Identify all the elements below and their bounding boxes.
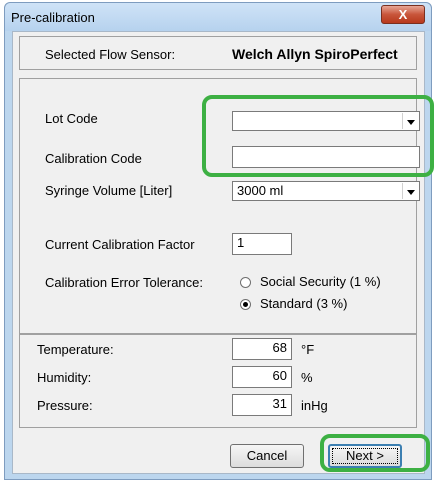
temperature-input[interactable]: 68 (232, 338, 292, 360)
syringe-volume-dropdown[interactable]: 3000 ml (232, 181, 420, 201)
sensor-section: Selected Flow Sensor: Welch Allyn SpiroP… (19, 36, 417, 70)
close-button[interactable]: X (381, 5, 425, 24)
highlight-next-button (320, 434, 430, 472)
humidity-unit: % (301, 370, 313, 385)
temperature-unit: °F (301, 342, 315, 357)
pressure-input[interactable]: 31 (232, 394, 292, 416)
cancel-button[interactable]: Cancel (230, 444, 304, 468)
temperature-label: Temperature: (37, 342, 114, 357)
tolerance-option-label[interactable]: Social Security (1 %) (260, 274, 381, 289)
tolerance-option-label[interactable]: Standard (3 %) (260, 296, 347, 311)
close-icon: X (398, 7, 408, 22)
calibration-code-label: Calibration Code (45, 151, 142, 166)
humidity-value: 60 (272, 368, 287, 383)
humidity-input[interactable]: 60 (232, 366, 292, 388)
lot-code-label: Lot Code (45, 111, 98, 126)
calibration-factor-value: 1 (237, 235, 245, 250)
sensor-value: Welch Allyn SpiroPerfect (232, 46, 398, 62)
pressure-value: 31 (272, 396, 287, 411)
syringe-volume-label: Syringe Volume [Liter] (45, 183, 173, 198)
environment-section: Temperature: 68 °F Humidity: 60 % Pressu… (19, 334, 417, 428)
chevron-down-icon[interactable] (402, 183, 418, 199)
title-bar[interactable]: Pre-calibration X (5, 3, 431, 31)
sensor-label: Selected Flow Sensor: (45, 47, 176, 62)
window-title: Pre-calibration (11, 10, 95, 25)
humidity-label: Humidity: (37, 370, 92, 385)
pressure-unit: inHg (301, 398, 328, 413)
error-tolerance-label: Calibration Error Tolerance: (45, 275, 203, 290)
temperature-value: 68 (272, 340, 287, 355)
radio-standard[interactable] (240, 299, 251, 310)
highlight-code-fields (202, 95, 434, 177)
syringe-volume-value: 3000 ml (237, 183, 284, 198)
calibration-factor-label: Current Calibration Factor (45, 237, 195, 252)
radio-social-security[interactable] (240, 277, 251, 288)
calibration-factor-input[interactable]: 1 (232, 233, 292, 255)
pressure-label: Pressure: (37, 398, 93, 413)
pre-calibration-dialog: Pre-calibration X Selected Flow Sensor: … (4, 2, 432, 480)
